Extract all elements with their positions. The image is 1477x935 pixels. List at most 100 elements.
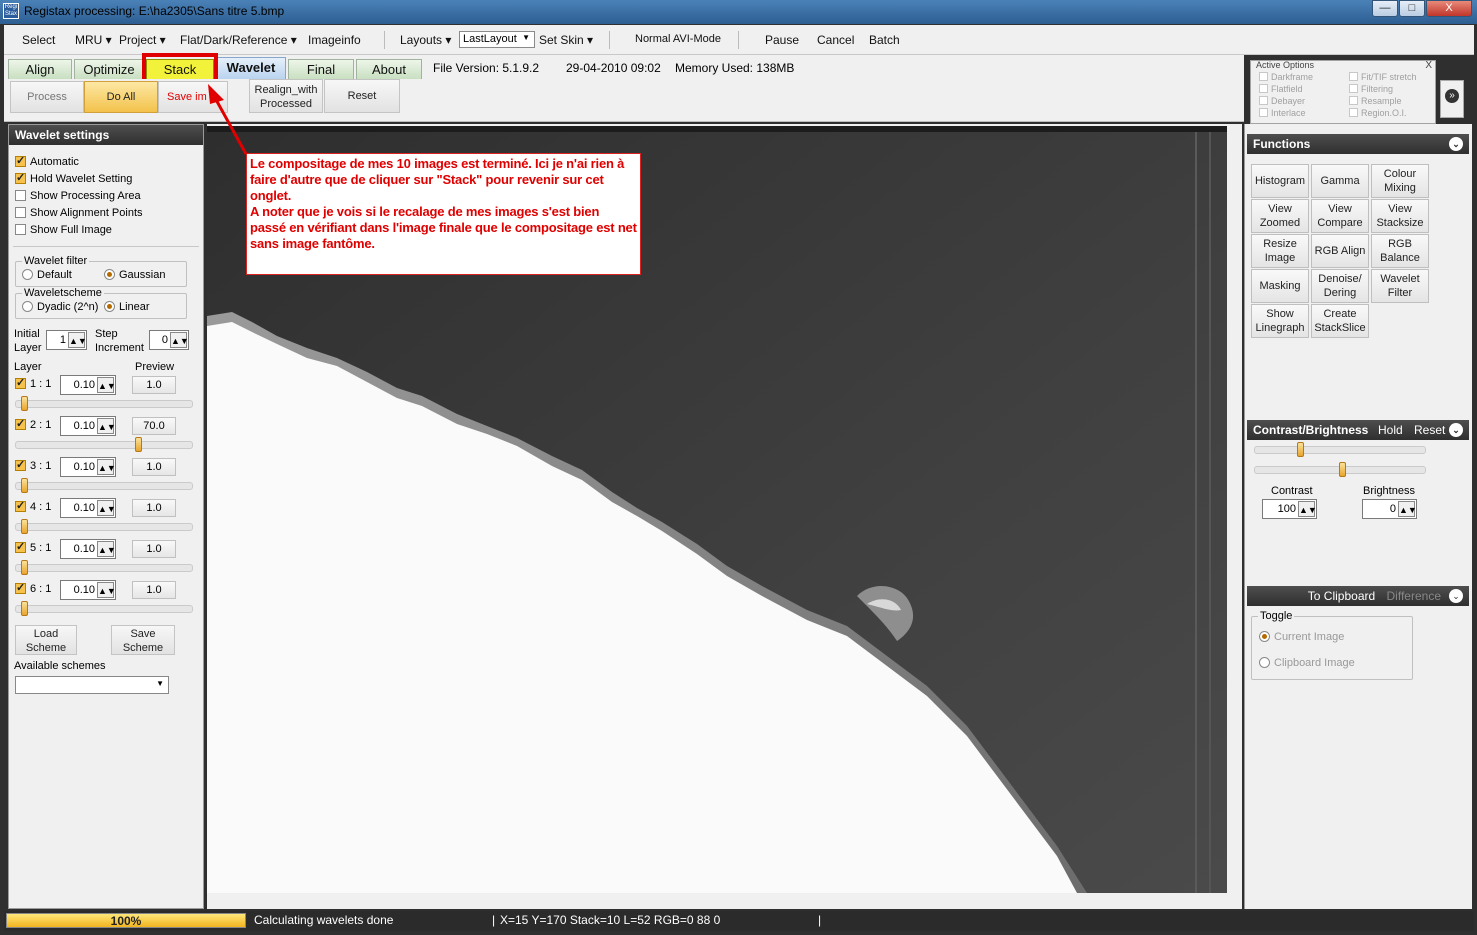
layer-row[interactable]: 3 : 1 (15, 458, 51, 472)
option-resample[interactable]: Resample (1349, 96, 1402, 106)
layer-value-stepper[interactable]: 0.10 ▲▼ (60, 539, 116, 559)
layer-preview-button[interactable]: 1.0 (132, 581, 176, 599)
difference-button[interactable]: Difference (1387, 589, 1441, 603)
option-filtering[interactable]: Filtering (1349, 84, 1393, 94)
layer-row[interactable]: 4 : 1 (15, 499, 51, 513)
layer-row[interactable]: 5 : 1 (15, 540, 51, 554)
spin-arrows-icon[interactable]: ▲▼ (1298, 501, 1317, 517)
process-button[interactable]: Process (10, 81, 84, 113)
layer-value-stepper[interactable]: 0.10 ▲▼ (60, 457, 116, 477)
checkbox[interactable] (1259, 96, 1268, 105)
function-rgb-balance-button[interactable]: RGB Balance (1371, 234, 1429, 268)
spin-arrows-icon[interactable]: ▲▼ (97, 541, 116, 557)
contrast-stepper[interactable]: 100 ▲▼ (1262, 499, 1317, 519)
layer-checkbox[interactable] (15, 581, 26, 594)
option-interlace[interactable]: Interlace (1259, 108, 1306, 118)
checkbox[interactable] (1349, 84, 1358, 93)
spin-arrows-icon[interactable]: ▲▼ (68, 332, 87, 348)
layer-value-stepper[interactable]: 0.10 ▲▼ (60, 580, 116, 600)
function-denoise-dering-button[interactable]: Denoise/ Dering (1311, 269, 1369, 303)
layer-slider[interactable] (15, 560, 193, 575)
checkbox[interactable] (1259, 84, 1268, 93)
layer-slider[interactable] (15, 601, 193, 616)
layer-slider[interactable] (15, 396, 193, 411)
radio[interactable] (104, 269, 115, 280)
slider-thumb[interactable] (21, 478, 28, 493)
radio[interactable] (1259, 631, 1270, 642)
function-view-compare-button[interactable]: View Compare (1311, 199, 1369, 233)
option-darkframe[interactable]: Darkframe (1259, 72, 1313, 82)
to-clipboard-button[interactable]: To Clipboard (1308, 589, 1375, 603)
do-all-button[interactable]: Do All (84, 81, 158, 113)
layer-row[interactable]: 1 : 1 (15, 376, 51, 390)
menu-project[interactable]: Project ▾ (119, 33, 166, 47)
initial-layer-stepper[interactable]: 1 ▲▼ (46, 330, 87, 350)
checkbox[interactable] (1349, 108, 1358, 117)
layer-slider[interactable] (15, 478, 193, 493)
step-increment-stepper[interactable]: 0 ▲▼ (149, 330, 189, 350)
menu-imageinfo[interactable]: Imageinfo (308, 33, 361, 47)
layer-value-stepper[interactable]: 0.10 ▲▼ (60, 375, 116, 395)
filter-default-radio[interactable]: Default (22, 269, 72, 281)
batch-button[interactable]: Batch (869, 33, 900, 47)
hold-wavelet-checkbox[interactable]: Hold Wavelet Setting (15, 171, 132, 185)
available-schemes-select[interactable]: ▼ (15, 676, 169, 694)
contrast-slider[interactable] (1254, 442, 1426, 457)
function-masking-button[interactable]: Masking (1251, 269, 1309, 303)
function-rgb-align-button[interactable]: RGB Align (1311, 234, 1369, 268)
layer-row[interactable]: 2 : 1 (15, 417, 51, 431)
reset-contrast-button[interactable]: Reset (1414, 423, 1445, 437)
menu-set-skin[interactable]: Set Skin ▾ (539, 33, 593, 47)
slider-thumb[interactable] (21, 601, 28, 616)
slider-thumb[interactable] (1339, 462, 1346, 477)
layer-row[interactable]: 6 : 1 (15, 581, 51, 595)
layer-checkbox[interactable] (15, 499, 26, 512)
function-view-zoomed-button[interactable]: View Zoomed (1251, 199, 1309, 233)
layer-slider[interactable] (15, 519, 193, 534)
menu-select[interactable]: Select (22, 33, 55, 47)
collapse-icon[interactable]: ⌄ (1449, 423, 1463, 437)
layout-select[interactable]: LastLayout ▼ (459, 31, 535, 48)
option-debayer[interactable]: Debayer (1259, 96, 1305, 106)
option-fit-tif-stretch[interactable]: Fit/TIF stretch (1349, 72, 1417, 82)
function-view-stacksize-button[interactable]: View Stacksize (1371, 199, 1429, 233)
layer-preview-button[interactable]: 1.0 (132, 376, 176, 394)
slider-thumb[interactable] (135, 437, 142, 452)
layer-checkbox[interactable] (15, 417, 26, 430)
layer-preview-button[interactable]: 1.0 (132, 458, 176, 476)
tab-align[interactable]: Align (8, 59, 72, 79)
tab-optimize[interactable]: Optimize (74, 59, 144, 79)
layer-value-stepper[interactable]: 0.10 ▲▼ (60, 498, 116, 518)
tab-final[interactable]: Final (288, 59, 354, 79)
layer-preview-button[interactable]: 1.0 (132, 540, 176, 558)
checkbox[interactable] (15, 207, 26, 218)
function-gamma-button[interactable]: Gamma (1311, 164, 1369, 198)
checkbox[interactable] (1259, 72, 1268, 81)
checkbox[interactable] (15, 171, 26, 184)
radio[interactable] (22, 301, 33, 312)
minimize-button[interactable]: — (1372, 0, 1398, 17)
function-create-stackslice-button[interactable]: Create StackSlice (1311, 304, 1369, 338)
show-processing-area-checkbox[interactable]: Show Processing Area (15, 190, 141, 202)
spin-arrows-icon[interactable]: ▲▼ (1398, 501, 1417, 517)
checkbox[interactable] (15, 190, 26, 201)
collapse-icon[interactable]: ⌄ (1449, 137, 1463, 151)
hold-button[interactable]: Hold (1378, 423, 1403, 437)
function-show-linegraph-button[interactable]: Show Linegraph (1251, 304, 1309, 338)
scheme-linear-radio[interactable]: Linear (104, 301, 150, 313)
function-wavelet-filter-button[interactable]: Wavelet Filter (1371, 269, 1429, 303)
checkbox[interactable] (1349, 72, 1358, 81)
layer-preview-button[interactable]: 1.0 (132, 499, 176, 517)
radio[interactable] (1259, 657, 1270, 668)
checkbox[interactable] (1349, 96, 1358, 105)
menu-layouts[interactable]: Layouts ▾ (400, 33, 451, 47)
options-toggle[interactable]: » (1440, 80, 1464, 118)
slider-thumb[interactable] (21, 560, 28, 575)
radio[interactable] (104, 301, 115, 312)
close-window-button[interactable]: X (1426, 0, 1472, 17)
spin-arrows-icon[interactable]: ▲▼ (97, 500, 116, 516)
realign-with-processed-button[interactable]: Realign_with Processed (249, 79, 323, 113)
checkbox[interactable] (15, 224, 26, 235)
spin-arrows-icon[interactable]: ▲▼ (97, 377, 116, 393)
layer-slider[interactable] (15, 437, 193, 452)
